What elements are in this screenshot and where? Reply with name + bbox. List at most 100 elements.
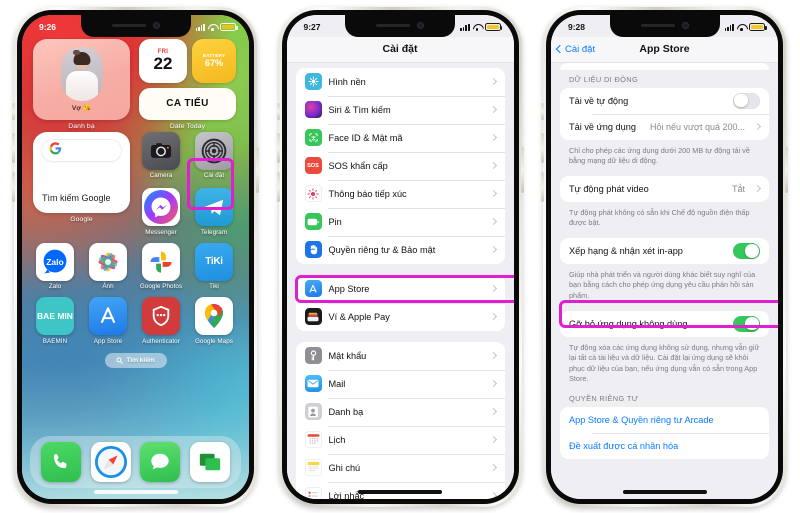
messenger-app[interactable]: Messenger bbox=[139, 188, 183, 236]
settings-scroll-area[interactable]: Hình nền Siri & Tìm kiếm Face ID & Mật m… bbox=[287, 63, 514, 499]
battery-tile[interactable]: BATTERY 67% bbox=[192, 38, 236, 83]
sidebar-item-label: Ví & Apple Pay bbox=[328, 311, 390, 322]
google-widget-label: Google bbox=[70, 215, 93, 223]
chevron-right-icon bbox=[489, 161, 497, 170]
volume-down-button[interactable] bbox=[276, 171, 280, 202]
front-camera-icon bbox=[152, 22, 160, 29]
volume-up-button[interactable] bbox=[541, 132, 544, 163]
row-ratings-reviews[interactable]: Xếp hạng & nhận xét in-app bbox=[560, 237, 769, 264]
mail-icon bbox=[304, 375, 322, 392]
chevron-right-icon bbox=[489, 379, 497, 388]
row-personalized-recommendations[interactable]: Đề xuất được cá nhân hóa bbox=[560, 432, 769, 459]
section-header-privacy: QUYỀN RIÊNG TƯ bbox=[569, 393, 639, 403]
status-time: 9:27 bbox=[303, 22, 321, 32]
contacts-widget[interactable]: Vợ 😘 Danh bạ bbox=[33, 38, 130, 130]
app-store-app[interactable]: App Store bbox=[86, 297, 130, 345]
status-time: 9:28 bbox=[568, 22, 586, 32]
notch bbox=[80, 14, 191, 37]
front-camera-icon bbox=[417, 22, 424, 29]
offload-unused-apps-toggle[interactable] bbox=[733, 315, 760, 332]
google-search-pill[interactable] bbox=[42, 139, 121, 161]
sidebar-item-calendar[interactable]: Lịch bbox=[295, 425, 505, 454]
power-button[interactable] bbox=[520, 146, 524, 193]
search-icon bbox=[116, 356, 124, 364]
row-value: Tắt bbox=[731, 183, 745, 194]
earpiece-speaker bbox=[376, 23, 410, 28]
sidebar-item-mail[interactable]: Mail bbox=[295, 369, 505, 398]
google-maps-app-label: Google Maps bbox=[194, 337, 233, 345]
sidebar-item-notes[interactable]: Ghi chú bbox=[295, 453, 505, 482]
google-logo-icon bbox=[49, 141, 62, 159]
google-maps-app[interactable]: Google Maps bbox=[192, 297, 236, 345]
row-app-store-arcade-privacy[interactable]: App Store & Quyền riêng tư Arcade bbox=[560, 406, 769, 433]
google-photos-app[interactable]: Google Photos bbox=[139, 242, 183, 290]
chevron-right-icon bbox=[489, 351, 497, 360]
volume-down-button[interactable] bbox=[541, 171, 544, 202]
ratings-reviews-toggle[interactable] bbox=[733, 242, 760, 259]
earpiece-speaker bbox=[111, 23, 146, 28]
sidebar-item-siri[interactable]: Siri & Tìm kiếm bbox=[295, 95, 505, 124]
battery-tile-value: 67% bbox=[204, 58, 223, 68]
silent-switch[interactable] bbox=[541, 102, 544, 120]
ca-tieu-tile[interactable]: CA TIẾU bbox=[139, 87, 236, 120]
baemin-app[interactable]: BAE MIN BAEMIN bbox=[33, 297, 77, 345]
automatic-downloads-toggle[interactable] bbox=[733, 92, 760, 109]
app-store-app-label: App Store bbox=[93, 337, 123, 345]
notch bbox=[345, 14, 455, 37]
volume-down-button[interactable] bbox=[12, 171, 15, 202]
settings-app[interactable]: Cài đặt bbox=[192, 131, 236, 179]
exposure-icon bbox=[304, 185, 322, 202]
row-video-autoplay[interactable]: Tự động phát video Tắt bbox=[560, 175, 769, 202]
date-tile[interactable]: FRI 22 bbox=[139, 38, 187, 83]
sidebar-item-battery[interactable]: Pin bbox=[295, 207, 505, 236]
power-button[interactable] bbox=[785, 146, 788, 193]
widget-row: Vợ 😘 Danh bạ FRI 22 BATTERY 67% CA TIẾU … bbox=[33, 38, 238, 130]
sidebar-item-wallpaper[interactable]: Hình nền bbox=[295, 67, 505, 96]
screenshot-stage: 9:26 Vợ 😘 Danh bạ FRI 22 BATTERY 67% CA … bbox=[0, 0, 800, 513]
sidebar-item-privacy[interactable]: Quyền riêng tư & Bảo mật bbox=[295, 235, 505, 264]
row-label: Đề xuất được cá nhân hóa bbox=[569, 440, 679, 451]
telegram-app[interactable]: Telegram bbox=[192, 188, 236, 236]
chevron-right-icon bbox=[489, 491, 497, 499]
sidebar-item-wallet[interactable]: Ví & Apple Pay bbox=[295, 302, 505, 331]
home-indicator[interactable] bbox=[93, 489, 178, 494]
camera-app[interactable]: Camera bbox=[139, 131, 183, 179]
sidebar-item-label: SOS khẩn cấp bbox=[328, 160, 388, 171]
wallet-icon bbox=[304, 308, 322, 325]
home-search-button[interactable]: Tìm kiếm bbox=[104, 352, 167, 368]
tiki-glyph: TiKi bbox=[205, 256, 223, 267]
authenticator-app-label: Authenticator bbox=[142, 337, 180, 345]
silent-switch[interactable] bbox=[276, 102, 280, 120]
back-button[interactable]: Cài đặt bbox=[555, 44, 595, 55]
row-app-downloads[interactable]: Tải về ứng dụng Hỏi nếu vượt quá 200... bbox=[560, 113, 769, 140]
app-store-settings-scroll-area[interactable]: DỮ LIỆU DI ĐỘNG Tải về tự động Tải về ứn… bbox=[551, 62, 778, 499]
date-today-widget[interactable]: FRI 22 BATTERY 67% CA TIẾU Date Today bbox=[139, 38, 236, 130]
home-indicator[interactable] bbox=[622, 489, 707, 494]
zalo-app[interactable]: Zalo Zalo bbox=[33, 242, 77, 290]
power-button[interactable] bbox=[256, 146, 259, 193]
photos-app[interactable]: Ảnh bbox=[86, 242, 130, 290]
zalo-app-label: Zalo bbox=[48, 283, 62, 290]
google-widget[interactable]: Tìm kiếm Google Google bbox=[33, 131, 130, 236]
chevron-right-icon bbox=[489, 435, 497, 444]
sidebar-item-sos[interactable]: SOS SOS khẩn cấp bbox=[295, 151, 505, 180]
wifi-icon bbox=[737, 24, 746, 31]
reminders-icon bbox=[304, 487, 322, 499]
sidebar-item-app-store[interactable]: App Store bbox=[295, 274, 505, 303]
telegram-app-label: Telegram bbox=[200, 228, 228, 236]
sidebar-item-passwords[interactable]: Mật khẩu bbox=[295, 341, 505, 370]
settings-group-1: Hình nền Siri & Tìm kiếm Face ID & Mật m… bbox=[295, 67, 505, 264]
volume-up-button[interactable] bbox=[12, 132, 15, 163]
silent-switch[interactable] bbox=[12, 102, 15, 120]
tiki-app[interactable]: TiKi Tiki bbox=[192, 242, 236, 290]
row-automatic-downloads[interactable]: Tải về tự động bbox=[560, 87, 769, 114]
sidebar-item-contacts[interactable]: Danh bạ bbox=[295, 397, 505, 426]
volume-up-button[interactable] bbox=[276, 132, 280, 163]
day-number: 22 bbox=[153, 53, 173, 73]
sidebar-item-exposure[interactable]: Thông báo tiếp xúc bbox=[295, 179, 505, 208]
home-indicator[interactable] bbox=[358, 489, 442, 494]
sidebar-item-faceid[interactable]: Face ID & Mật mã bbox=[295, 123, 505, 152]
authenticator-app[interactable]: Authenticator bbox=[139, 297, 183, 345]
row-offload-unused-apps[interactable]: Gỡ bỏ ứng dụng không dùng bbox=[560, 310, 769, 337]
google-widget-text: Tìm kiếm Google bbox=[42, 193, 111, 204]
